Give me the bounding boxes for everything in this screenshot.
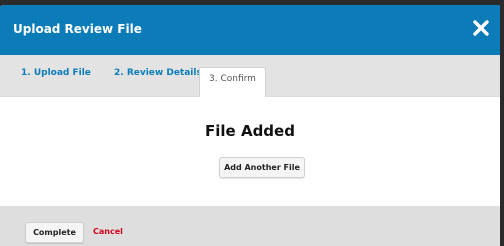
modal-title: Upload Review File [13,22,142,36]
close-icon[interactable] [470,17,492,39]
upload-review-file-modal: Upload Review File 1. Upload File 2. Rev… [0,5,500,246]
tab-confirm[interactable]: 3. Confirm [199,67,266,97]
complete-button[interactable]: Complete [25,222,84,243]
tab-upload-file[interactable]: 1. Upload File [21,68,91,78]
file-added-heading: File Added [205,122,295,140]
cancel-link[interactable]: Cancel [93,227,123,236]
modal-footer: Complete Cancel [0,206,500,246]
confirm-panel: File Added Add Another File [0,97,500,207]
modal-header: Upload Review File [0,5,500,55]
add-another-file-button[interactable]: Add Another File [219,157,305,178]
wizard-tabs: 1. Upload File 2. Review Details 3. Conf… [0,55,500,97]
tab-review-details[interactable]: 2. Review Details [114,68,202,78]
tab-confirm-label: 3. Confirm [209,74,256,84]
